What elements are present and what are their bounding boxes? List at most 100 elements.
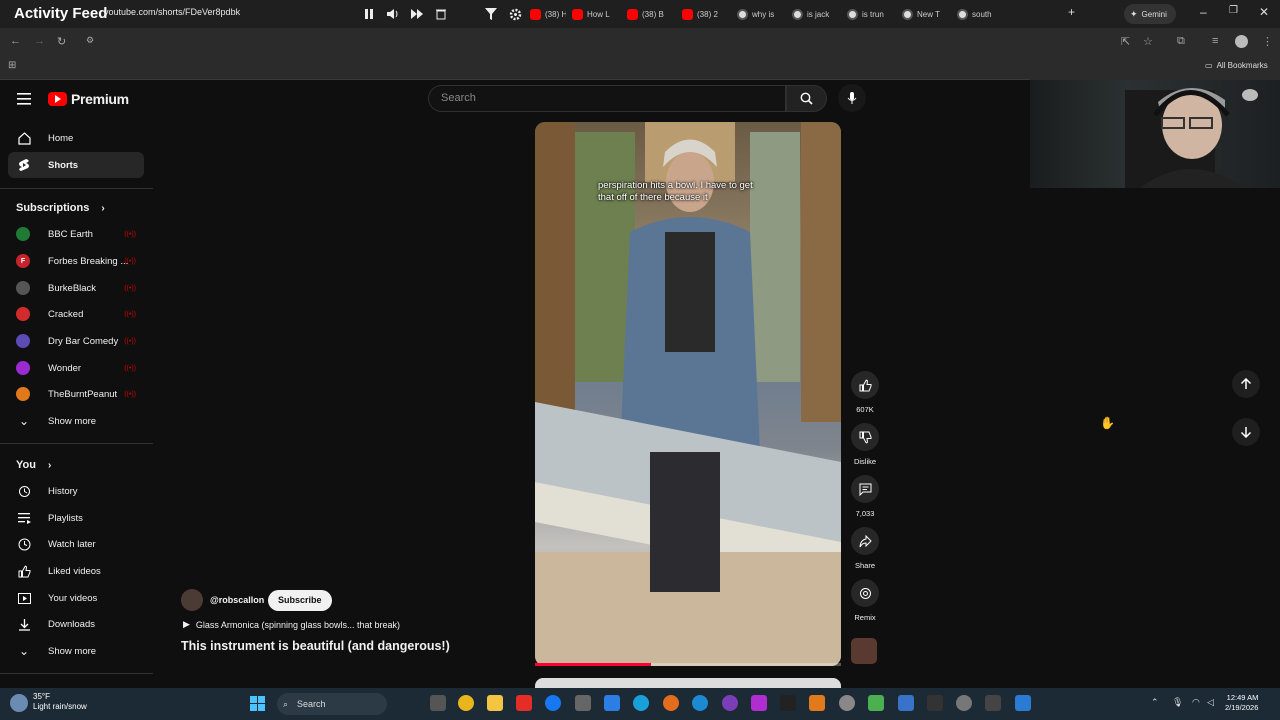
- comments-button[interactable]: [851, 475, 879, 503]
- video-progress-bar[interactable]: [535, 663, 841, 666]
- app-icon[interactable]: [985, 695, 1001, 711]
- previous-short-button[interactable]: [1232, 370, 1260, 398]
- taskbar-search[interactable]: ⌕ Search: [277, 693, 387, 715]
- sidebar-item-liked-videos[interactable]: Liked videos: [8, 558, 144, 584]
- app-icon[interactable]: [751, 695, 767, 711]
- star-icon[interactable]: ☆: [1143, 35, 1153, 48]
- browser-tab[interactable]: (38) 2: [682, 4, 732, 24]
- tray-chevron-icon[interactable]: ⌃: [1151, 697, 1159, 708]
- voice-search-button[interactable]: [838, 84, 866, 112]
- url-field[interactable]: youtube.com/shorts/FDeVer8pdbk: [104, 7, 240, 17]
- search-input[interactable]: Search: [428, 85, 786, 112]
- volume-icon[interactable]: [385, 6, 401, 22]
- app-icon[interactable]: [927, 695, 943, 711]
- subscription-item[interactable]: Cracked ((•)): [8, 301, 144, 327]
- you-show-more[interactable]: ⌄ Show more: [8, 638, 144, 664]
- edge-icon[interactable]: [633, 695, 649, 711]
- back-icon[interactable]: ←: [10, 35, 21, 47]
- reload-icon[interactable]: ↻: [57, 35, 66, 48]
- browser-tab[interactable]: How L: [572, 4, 622, 24]
- subscriptions-header[interactable]: Subscriptions ›: [16, 202, 105, 214]
- minimize-icon[interactable]: –: [1200, 5, 1207, 19]
- site-info-icon[interactable]: ⚙: [86, 35, 94, 46]
- hamburger-menu-icon[interactable]: [17, 92, 31, 110]
- file-explorer-icon[interactable]: [487, 695, 503, 711]
- volume-icon[interactable]: ◁: [1207, 697, 1214, 708]
- app-icon[interactable]: [956, 695, 972, 711]
- subscription-item[interactable]: BurkeBlack ((•)): [8, 275, 144, 301]
- all-bookmarks[interactable]: ▭ All Bookmarks: [1205, 61, 1268, 70]
- new-tab-icon[interactable]: +: [1068, 5, 1075, 19]
- restore-icon[interactable]: ❐: [1229, 5, 1238, 16]
- browser-tab[interactable]: (38) B: [627, 4, 677, 24]
- channel-avatar[interactable]: [181, 589, 203, 611]
- messenger-icon[interactable]: [545, 695, 561, 711]
- forward-icon[interactable]: →: [34, 35, 45, 47]
- youtube-app-icon[interactable]: [516, 695, 532, 711]
- sidebar-item-home[interactable]: Home: [8, 125, 144, 151]
- sidebar-item-watch-later[interactable]: Watch later: [8, 531, 144, 557]
- media-icon[interactable]: ≡: [1212, 35, 1218, 47]
- youtube-logo[interactable]: Premium: [48, 91, 129, 107]
- subscription-item[interactable]: TheBurntPeanut ((•)): [8, 381, 144, 407]
- sidebar-item-downloads[interactable]: Downloads: [8, 611, 144, 637]
- fast-forward-icon[interactable]: [409, 6, 425, 22]
- wifi-icon[interactable]: ◠: [1192, 697, 1200, 708]
- app-icon[interactable]: [839, 695, 855, 711]
- like-button[interactable]: [851, 371, 879, 399]
- gear-icon[interactable]: [507, 6, 523, 22]
- trash-icon[interactable]: [433, 6, 449, 22]
- subscription-item[interactable]: Wonder ((•)): [8, 355, 144, 381]
- app-icon[interactable]: [809, 695, 825, 711]
- sound-thumbnail[interactable]: [851, 638, 877, 664]
- browser-tab[interactable]: New T: [902, 4, 952, 24]
- app-icon[interactable]: [898, 695, 914, 711]
- video-title[interactable]: This instrument is beautiful (and danger…: [181, 639, 450, 653]
- next-short-preview[interactable]: [535, 678, 841, 688]
- apps-icon[interactable]: ⊞: [8, 60, 16, 71]
- share-button[interactable]: [851, 527, 879, 555]
- next-short-button[interactable]: [1232, 418, 1260, 446]
- browser-tab[interactable]: is jack: [792, 4, 842, 24]
- browser-tab[interactable]: is trun: [847, 4, 897, 24]
- subscription-item[interactable]: F Forbes Breaking ... ((•)): [8, 248, 144, 274]
- browser-tab[interactable]: (38) H: [530, 4, 566, 24]
- microphone-icon[interactable]: 🎙: [1172, 697, 1183, 708]
- weather-icon[interactable]: [10, 694, 28, 712]
- terminal-icon[interactable]: [780, 695, 796, 711]
- subscription-item[interactable]: BBC Earth ((•)): [8, 221, 144, 247]
- filter-icon[interactable]: [483, 6, 499, 22]
- channel-name[interactable]: @robscallon: [210, 595, 264, 605]
- subscriptions-show-more[interactable]: ⌄ Show more: [8, 408, 144, 434]
- sidebar-item-playlists[interactable]: Playlists: [8, 505, 144, 531]
- sidebar-item-history[interactable]: History: [8, 478, 144, 504]
- firefox-icon[interactable]: [663, 695, 679, 711]
- app-icon[interactable]: [1015, 695, 1031, 711]
- close-icon[interactable]: ✕: [1259, 5, 1269, 19]
- remix-button[interactable]: [851, 579, 879, 607]
- app-icon[interactable]: [722, 695, 738, 711]
- task-view-icon[interactable]: [430, 695, 446, 711]
- weather-widget[interactable]: 35°F Light rain/snow: [33, 692, 87, 712]
- app-icon[interactable]: [604, 695, 620, 711]
- app-icon[interactable]: [868, 695, 884, 711]
- install-icon[interactable]: ⇱: [1121, 35, 1130, 48]
- menu-icon[interactable]: ⋮: [1262, 35, 1273, 48]
- sidebar-item-your-videos[interactable]: Your videos: [8, 585, 144, 611]
- subscribe-button[interactable]: Subscribe: [268, 590, 332, 611]
- windows-start-icon[interactable]: [250, 696, 265, 716]
- profile-avatar[interactable]: [1235, 35, 1248, 48]
- you-header[interactable]: You ›: [16, 459, 51, 471]
- browser-icon[interactable]: [692, 695, 708, 711]
- system-clock[interactable]: 12:49 AM 2/19/2026: [1225, 693, 1258, 713]
- browser-tab[interactable]: why is: [737, 4, 787, 24]
- calculator-icon[interactable]: [575, 695, 591, 711]
- sidebar-item-shorts[interactable]: Shorts: [8, 152, 144, 178]
- search-button[interactable]: [786, 85, 827, 112]
- extensions-icon[interactable]: ⧉: [1177, 35, 1185, 48]
- pause-icon[interactable]: [361, 6, 377, 22]
- subscription-item[interactable]: Dry Bar Comedy ((•)): [8, 328, 144, 354]
- gemini-button[interactable]: ✦ Gemini: [1124, 4, 1176, 24]
- browser-tab[interactable]: south: [957, 4, 1007, 24]
- chrome-icon[interactable]: [458, 695, 474, 711]
